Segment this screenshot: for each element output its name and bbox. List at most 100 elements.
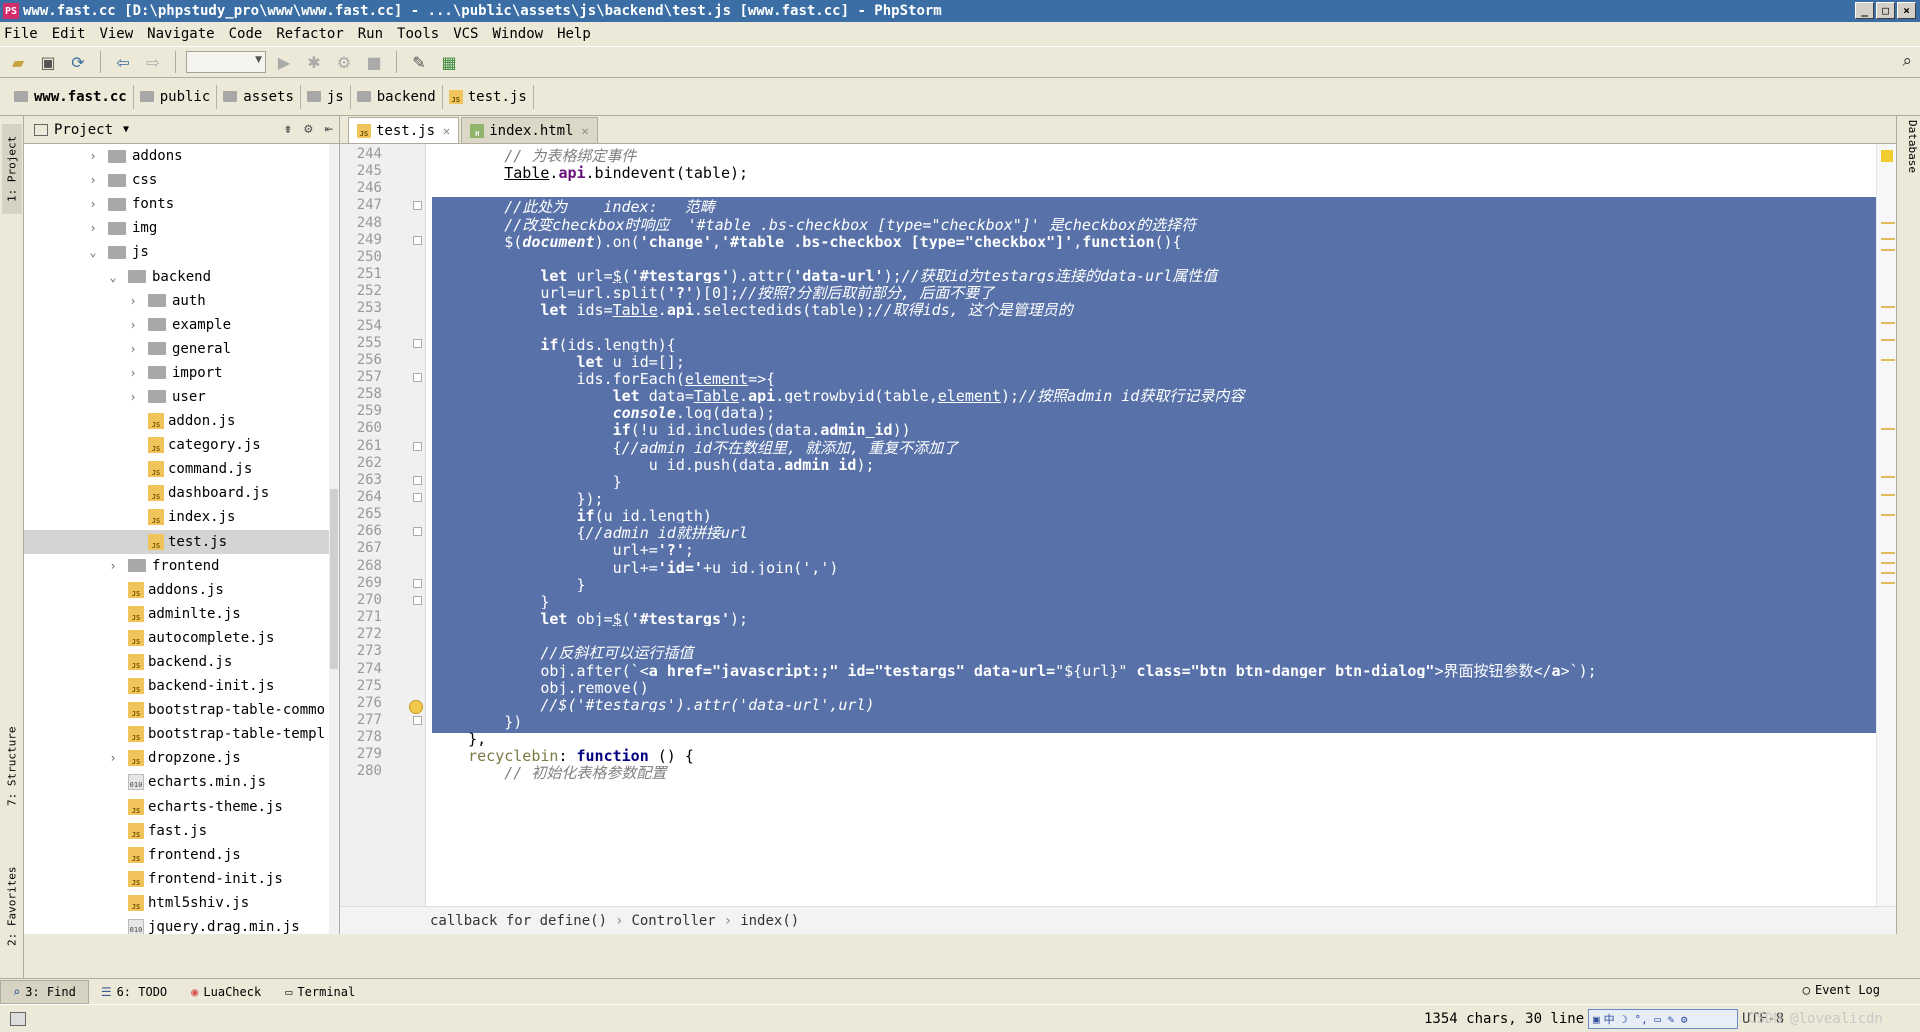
chevron-icon[interactable]: › xyxy=(126,342,140,356)
search-everywhere-icon[interactable]: ⌕ xyxy=(1902,51,1912,71)
open-folder-icon[interactable]: ▰ xyxy=(6,50,30,74)
tree-item[interactable]: JS dashboard.js xyxy=(24,481,339,505)
hide-panel-icon[interactable]: ⇤ xyxy=(325,121,333,137)
back-arrow-icon[interactable]: ⇦ xyxy=(111,50,135,74)
collapse-all-icon[interactable]: ⇟ xyxy=(284,121,292,137)
menu-run[interactable]: Run xyxy=(358,26,383,42)
chevron-icon[interactable]: ⌄ xyxy=(86,245,100,259)
menu-window[interactable]: Window xyxy=(493,26,544,42)
tree-item[interactable]: › frontend xyxy=(24,554,339,578)
tree-item[interactable]: › JS dropzone.js xyxy=(24,746,339,770)
debug-icon[interactable]: ✱ xyxy=(302,50,326,74)
fold-marker-icon[interactable] xyxy=(413,527,422,537)
stripe-mark[interactable] xyxy=(1881,562,1895,564)
maximize-button[interactable]: □ xyxy=(1876,2,1895,19)
tree-item[interactable]: JS fast.js xyxy=(24,819,339,843)
stripe-mark[interactable] xyxy=(1881,249,1895,251)
menu-vcs[interactable]: VCS xyxy=(453,26,478,42)
settings-wrench-icon[interactable]: ✎ xyxy=(407,50,431,74)
project-panel-title[interactable]: Project xyxy=(54,122,113,138)
tree-item[interactable]: JS index.js xyxy=(24,505,339,529)
code-line[interactable]: // 初始化表格参数配置 xyxy=(432,763,1876,784)
editor-breadcrumb-item[interactable]: index() xyxy=(740,913,799,929)
synchronize-icon[interactable]: ⟳ xyxy=(66,50,90,74)
tree-item[interactable]: 010 jquery.drag.min.js xyxy=(24,915,339,934)
terminal-tool-tab[interactable]: ▭ Terminal xyxy=(273,980,367,1004)
chevron-icon[interactable]: › xyxy=(126,318,140,332)
breadcrumb-item[interactable]: js xyxy=(303,84,351,109)
coverage-icon[interactable]: ⚙ xyxy=(332,50,356,74)
stripe-mark[interactable] xyxy=(1881,322,1895,324)
tree-item[interactable]: JS addon.js xyxy=(24,409,339,433)
find-tool-tab[interactable]: ⌕ 3: Find xyxy=(0,979,89,1004)
fold-marker-icon[interactable] xyxy=(413,201,422,211)
ime-toolbar[interactable]: ▣ 中 ☽ °, ▭ ✎ ⚙ xyxy=(1588,1009,1738,1029)
fold-marker-icon[interactable] xyxy=(413,475,422,485)
menu-tools[interactable]: Tools xyxy=(397,26,439,42)
tree-item[interactable]: JS addons.js xyxy=(24,578,339,602)
menu-file[interactable]: File xyxy=(4,26,38,42)
error-stripe-marks[interactable] xyxy=(1876,144,1896,906)
menu-refactor[interactable]: Refactor xyxy=(276,26,343,42)
selection-info[interactable]: 1354 chars, 30 line xyxy=(1424,1011,1584,1027)
breadcrumb-item[interactable]: www.fast.cc xyxy=(10,84,134,109)
code-view[interactable]: 244 245 246 247 248 249 250 251 252 253 254 255 256 2… xyxy=(340,144,1896,906)
fold-marker-icon[interactable] xyxy=(413,715,422,725)
chevron-icon[interactable]: › xyxy=(106,751,120,765)
tree-item[interactable]: › example xyxy=(24,313,339,337)
chevron-icon[interactable]: ⌄ xyxy=(106,270,120,284)
fold-marker-icon[interactable] xyxy=(413,578,422,588)
tree-item[interactable]: JS adminlte.js xyxy=(24,602,339,626)
fold-marker-icon[interactable] xyxy=(413,372,422,382)
tool-windows-toggle-icon[interactable] xyxy=(10,1011,26,1026)
tree-item[interactable]: 010 echarts.min.js xyxy=(24,770,339,794)
close-tab-icon[interactable]: ✕ xyxy=(443,124,450,138)
tree-item[interactable]: JS bootstrap-table-templ xyxy=(24,722,339,746)
fold-marker-icon[interactable] xyxy=(413,441,422,451)
tree-item[interactable]: › import xyxy=(24,361,339,385)
tree-item[interactable]: JS backend.js xyxy=(24,650,339,674)
stripe-mark[interactable] xyxy=(1881,306,1895,308)
menu-edit[interactable]: Edit xyxy=(52,26,86,42)
chevron-icon[interactable]: › xyxy=(106,559,120,573)
stripe-mark[interactable] xyxy=(1881,494,1895,496)
tree-item[interactable]: › fonts xyxy=(24,192,339,216)
stripe-mark[interactable] xyxy=(1881,552,1895,554)
tree-item[interactable]: › css xyxy=(24,168,339,192)
chevron-icon[interactable]: › xyxy=(126,390,140,404)
tree-item[interactable]: › auth xyxy=(24,289,339,313)
chevron-down-icon[interactable]: ▼ xyxy=(123,124,129,135)
tree-item[interactable]: JS command.js xyxy=(24,457,339,481)
todo-tool-tab[interactable]: ☰ 6: TODO xyxy=(89,980,179,1004)
inspection-status-icon[interactable] xyxy=(1881,150,1893,162)
menu-view[interactable]: View xyxy=(99,26,133,42)
event-log-tab[interactable]: ◯ Event Log xyxy=(1803,983,1880,997)
stripe-mark[interactable] xyxy=(1881,582,1895,584)
close-button[interactable]: × xyxy=(1897,2,1916,19)
run-icon[interactable]: ▶ xyxy=(272,50,296,74)
tree-item[interactable]: JS frontend-init.js xyxy=(24,867,339,891)
tree-item[interactable]: JS echarts-theme.js xyxy=(24,795,339,819)
gear-icon[interactable]: ⚙ xyxy=(304,121,312,137)
project-tool-tab[interactable]: 1: Project xyxy=(2,124,22,214)
tree-item[interactable]: JS bootstrap-table-commo xyxy=(24,698,339,722)
tree-item[interactable]: › img xyxy=(24,216,339,240)
stripe-mark[interactable] xyxy=(1881,222,1895,224)
editor-breadcrumb-item[interactable]: Controller xyxy=(631,913,715,929)
tree-item[interactable]: JS test.js xyxy=(24,529,339,554)
tree-scrollbar-thumb[interactable] xyxy=(330,489,338,669)
tree-item[interactable]: JS autocomplete.js xyxy=(24,626,339,650)
stripe-mark[interactable] xyxy=(1881,359,1895,361)
editor-breadcrumb-item[interactable]: callback for define() xyxy=(430,913,607,929)
chevron-icon[interactable]: › xyxy=(86,221,100,235)
tab-test-js[interactable]: JS test.js ✕ xyxy=(348,117,460,143)
database-tool-tab[interactable]: Database xyxy=(1899,120,1919,200)
chevron-icon[interactable]: › xyxy=(86,173,100,187)
fold-marker-icon[interactable] xyxy=(413,338,422,348)
tree-item[interactable]: › user xyxy=(24,385,339,409)
chevron-icon[interactable]: › xyxy=(86,197,100,211)
fold-marker-icon[interactable] xyxy=(413,595,422,605)
lightbulb-icon[interactable] xyxy=(409,700,423,714)
chevron-icon[interactable]: › xyxy=(126,294,140,308)
menu-help[interactable]: Help xyxy=(557,26,591,42)
